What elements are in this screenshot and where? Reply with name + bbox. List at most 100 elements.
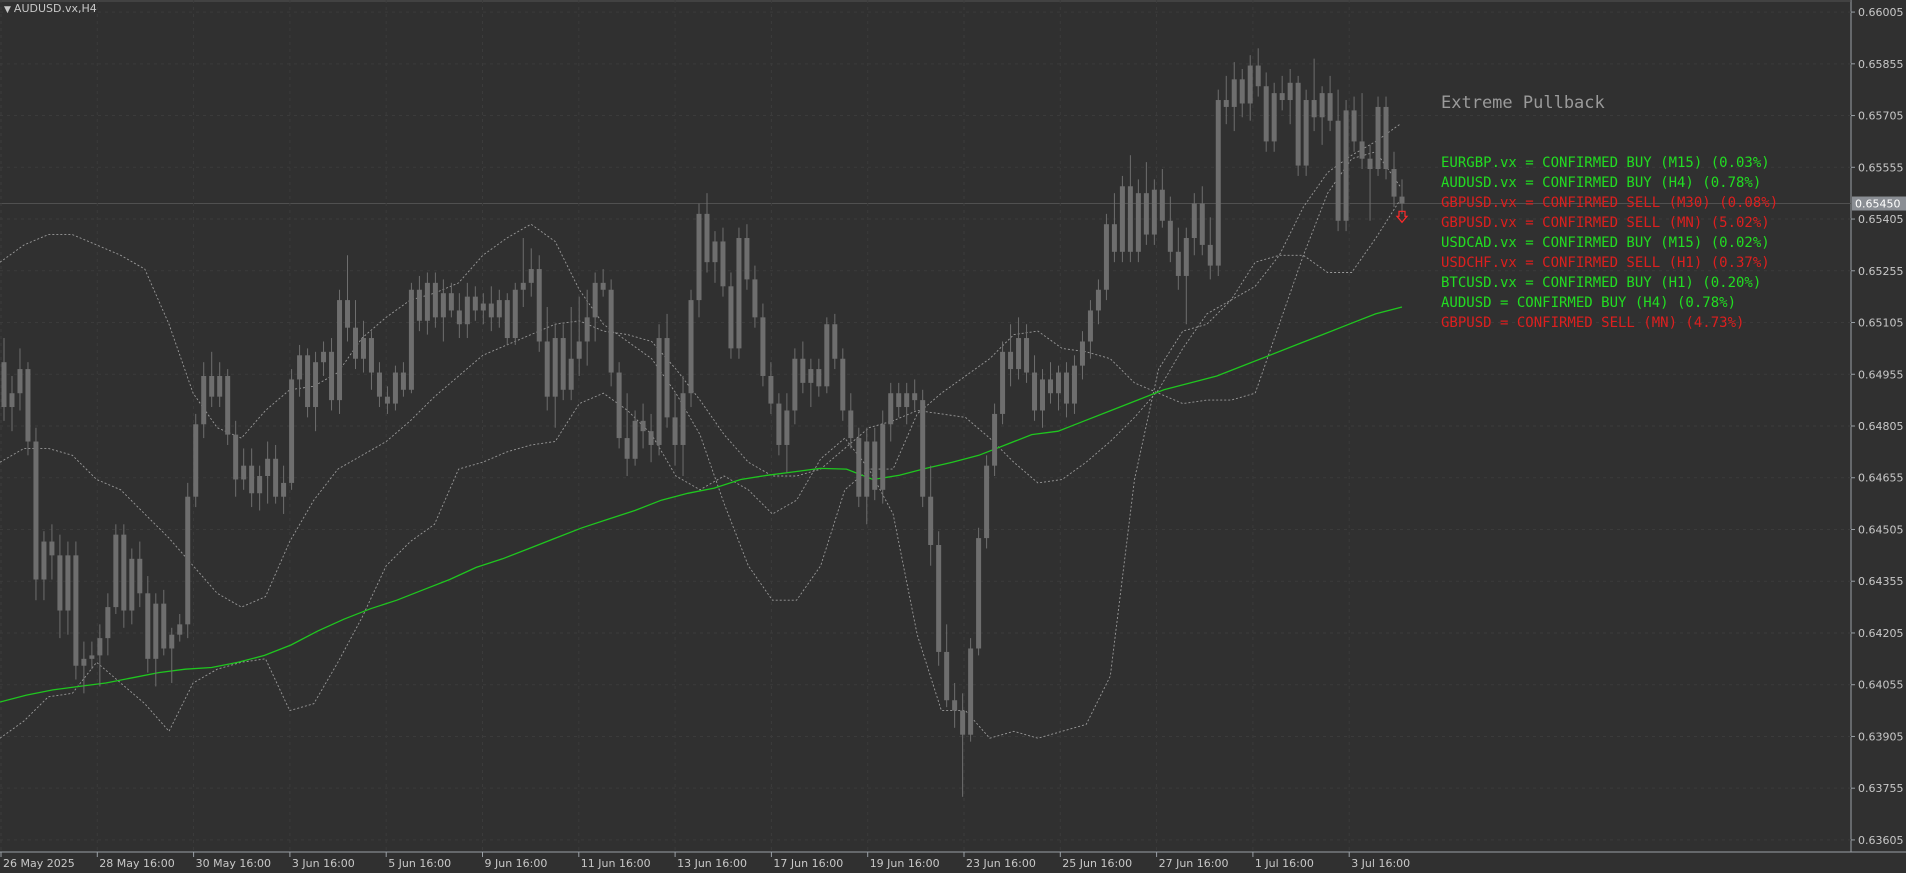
candle [928,465,934,566]
moving-average [0,306,1403,703]
current-price-label: 0.65450 [1855,198,1901,211]
candle-body [576,341,582,359]
candle-body [880,424,886,490]
candle [400,362,406,397]
candle [1351,96,1357,152]
candle [1279,75,1285,111]
candle-body [352,327,358,359]
candle-body [488,303,494,318]
candle-body [1271,93,1277,142]
candle [1175,227,1181,290]
candle-body [896,393,902,408]
candle [1000,341,1006,425]
candle [640,403,646,449]
candle-body [273,458,279,497]
candle-body [1024,338,1030,373]
candle [616,362,622,449]
candle-body [992,413,998,466]
candle [360,320,366,373]
candle-body [560,338,566,390]
candle [768,362,774,414]
candle [408,282,414,394]
candle [872,427,878,501]
candle-body [1032,372,1038,411]
candle-body [1,362,7,408]
candle-body [1295,82,1301,166]
y-tick-label: 0.65555 [1858,161,1904,174]
time-axis: 26 May 2025 28 May 16:00 30 May 16:00 3 Jun… [0,852,1410,870]
candle-body [424,282,430,321]
candle [784,393,790,473]
candle [1215,89,1221,276]
candle [1079,331,1085,380]
candle-body [185,496,191,625]
candle-body [1079,341,1085,366]
candle-body [65,555,71,611]
candle-body [1399,196,1405,204]
signal-line: EURGBP.vx = CONFIRMED BUY (M15) (0.03%) [1441,155,1770,171]
candle-body [528,269,534,283]
candle-body [784,410,790,445]
candle [17,348,23,411]
candle [632,410,638,466]
candle [1231,62,1237,132]
candle-body [448,293,454,311]
candle-body [928,496,934,546]
candle-body [752,279,758,318]
candle-body [600,282,606,290]
candle-body [177,624,183,635]
candle [33,427,39,601]
symbol-label[interactable]: ▼ AUDUSD.vx,H4 [4,2,97,15]
candle [504,293,510,345]
candle-body [1048,379,1054,394]
candle [648,413,654,463]
candle [9,375,15,432]
candle [896,382,902,418]
collapse-triangle-icon[interactable]: ▼ [4,5,11,15]
candle [736,227,742,359]
candle [321,341,327,376]
candle [1319,86,1325,145]
candle-body [145,593,151,659]
candle [688,289,694,408]
candle-body [1335,120,1341,221]
candle-body [408,289,414,390]
candle [464,282,470,339]
candle-body [1391,169,1397,197]
candle-body [384,396,390,404]
candle-body [329,351,335,401]
candle-body [129,558,135,611]
candle-body [1111,224,1117,252]
candle [265,441,271,504]
candle-body [728,286,734,349]
candle [856,427,862,508]
candle-body [193,424,199,497]
y-tick-label: 0.64355 [1858,575,1904,588]
candle [1271,82,1277,152]
candle [944,624,950,708]
x-tick-label: 13 Jun 16:00 [677,857,747,870]
candle [448,282,454,318]
candle-body [952,700,958,711]
candle [1335,89,1341,232]
candle [1383,96,1389,180]
signal-line: GBPUSD.vx = CONFIRMED SELL (MN) (5.02%) [1441,215,1770,231]
candle-body [265,458,271,477]
candle [440,279,446,342]
candle [528,248,534,297]
candle-body [440,293,446,318]
symbol-text: AUDUSD.vx,H4 [13,2,97,15]
y-tick-label: 0.63905 [1858,730,1904,743]
candle-body [9,393,15,408]
candle [225,369,231,445]
candle [728,272,734,359]
candle-body [832,324,838,359]
candle [1207,217,1213,280]
candle [297,344,303,397]
y-tick-label: 0.65405 [1858,213,1904,226]
candle-body [41,541,47,580]
candle [1327,75,1333,132]
candle-body [1215,100,1221,266]
candle [121,524,127,628]
candle [496,289,502,328]
